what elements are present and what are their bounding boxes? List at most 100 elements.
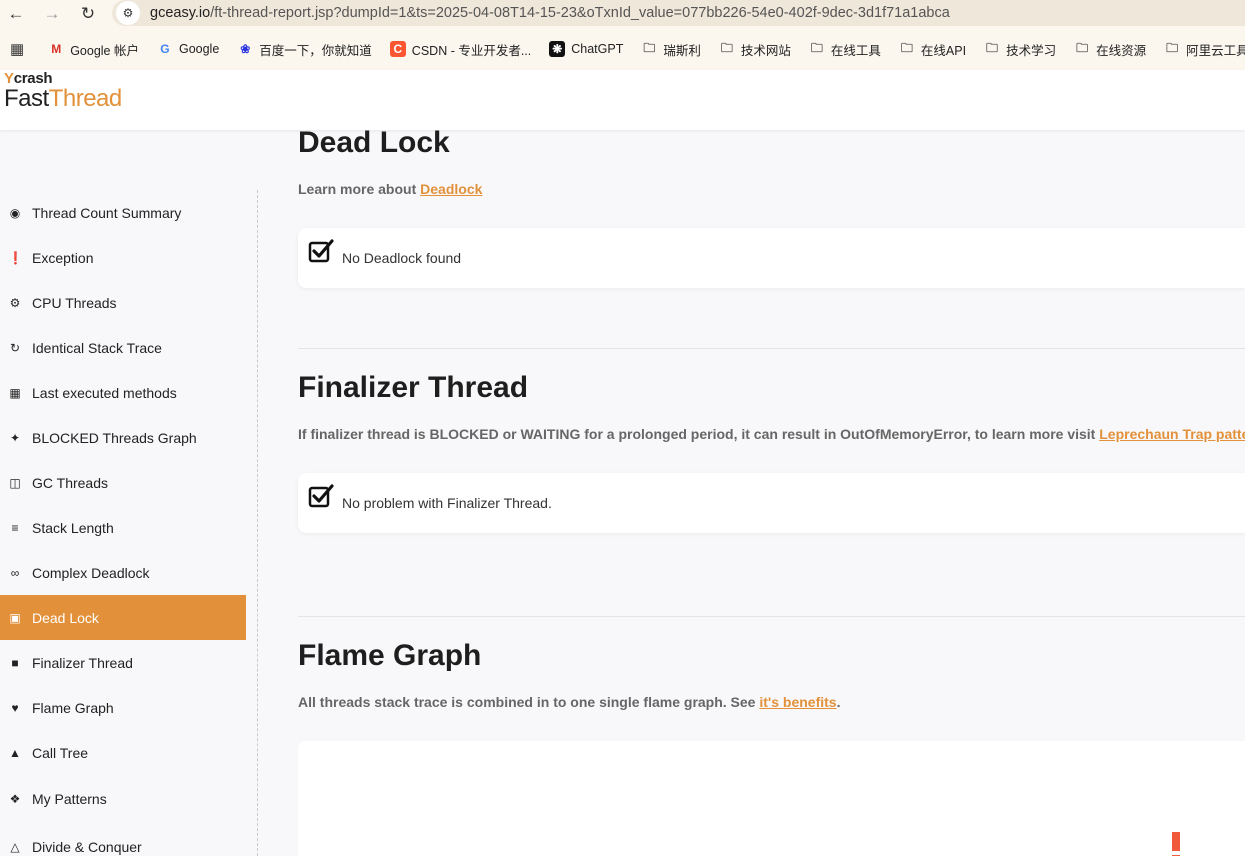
finalizer-description: If finalizer thread is BLOCKED or WAITIN…	[298, 426, 1245, 442]
back-icon[interactable]: ←	[4, 2, 28, 26]
fastthread-logo[interactable]: Ycrash FastThread	[4, 70, 122, 113]
sidebar-item-label: Exception	[32, 249, 94, 266]
lock-icon: ▣	[9, 610, 21, 625]
folder-icon: 🗀	[1076, 40, 1089, 55]
bookmark-label: CSDN - 专业开发者...	[411, 43, 532, 58]
csdn-icon: C	[389, 41, 406, 57]
bookmark-label: 技术网站	[740, 43, 791, 58]
browser-chrome: ← → ↻ ⚙ gceasy.io/ft-thread-report.jsp?d…	[0, 0, 1245, 70]
finalizer-result-card: No problem with Finalizer Thread.	[298, 473, 1245, 533]
bookmark-folder-3[interactable]: 🗀 在线工具	[809, 40, 881, 59]
url-text[interactable]: gceasy.io/ft-thread-report.jsp?dumpId=1&…	[150, 5, 950, 21]
flame-graph-canvas[interactable]	[298, 741, 1245, 856]
sidebar-item-call-tree[interactable]: ▲ Call Tree	[0, 730, 246, 775]
exclamation-icon: ❗	[8, 250, 23, 265]
flame-desc-suffix: .	[836, 694, 841, 710]
sidebar-item-last-executed-methods[interactable]: ▦ Last executed methods	[0, 370, 246, 415]
bookmark-folder-7[interactable]: 🗀 阿里云工具	[1164, 40, 1245, 59]
bookmark-label: Google 帐户	[70, 43, 139, 58]
bookmark-folder-4[interactable]: 🗀 在线API	[899, 40, 966, 59]
bookmark-folder-1[interactable]: 🗀 瑞斯利	[641, 40, 701, 59]
bookmark-google-account[interactable]: M Google 帐户	[48, 40, 139, 59]
bookmark-folder-2[interactable]: 🗀 技术网站	[719, 40, 791, 59]
sidebar-item-label: Complex Deadlock	[32, 564, 150, 581]
finalizer-result-text: No problem with Finalizer Thread.	[342, 495, 552, 511]
bookmark-label: 百度一下，你就知道	[259, 43, 372, 58]
sidebar-item-label: Identical Stack Trace	[32, 339, 162, 356]
sidebar-item-gc-threads[interactable]: ◫ GC Threads	[0, 460, 246, 505]
report-main: Dead Lock Learn more about Deadlock No D…	[298, 126, 1245, 856]
sidebar-item-label: Dead Lock	[32, 609, 99, 626]
sidebar-item-blocked-threads-graph[interactable]: ✦ BLOCKED Threads Graph	[0, 415, 246, 460]
apps-grid-icon[interactable]: ▦	[10, 40, 24, 58]
google-icon: G	[160, 42, 170, 56]
bookmark-label: 瑞斯利	[663, 43, 701, 58]
dashboard-icon: ◉	[9, 205, 21, 220]
sidebar-item-label: GC Threads	[32, 474, 108, 491]
chatgpt-icon: ❋	[549, 41, 566, 57]
bookmarks-bar: ▦ M Google 帐户 G Google ❀ 百度一下，你就知道 C CSDN - …	[0, 36, 1245, 62]
sidebar-item-label: BLOCKED Threads Graph	[32, 429, 197, 446]
url-path: /ft-thread-report.jsp?dumpId=1&ts=2025-0…	[210, 5, 950, 21]
gmail-icon: M	[51, 42, 62, 56]
fire-icon: ♥	[11, 700, 19, 715]
deadlock-result-card: No Deadlock found	[298, 228, 1245, 288]
check-square-icon	[308, 239, 334, 263]
bookmark-google[interactable]: G Google	[157, 41, 219, 57]
bookmark-label: ChatGPT	[571, 42, 624, 56]
logo-fast: Fast	[4, 85, 49, 112]
benefits-link[interactable]: it's benefits	[759, 694, 836, 710]
sidebar-item-cpu-threads[interactable]: ⚙ CPU Threads	[0, 280, 246, 325]
finalizer-desc-text: If finalizer thread is BLOCKED or WAITIN…	[298, 426, 1100, 442]
sidebar-item-label: Stack Length	[32, 519, 114, 536]
sidebar-item-label: CPU Threads	[32, 294, 117, 311]
sidebar-item-complex-deadlock[interactable]: ∞ Complex Deadlock	[0, 550, 246, 595]
sidebar-item-divide-conquer[interactable]: △ Divide & Conquer	[0, 824, 246, 856]
deadlock-link[interactable]: Deadlock	[420, 181, 482, 197]
finalizer-title: Finalizer Thread	[298, 371, 529, 404]
bookmark-folder-6[interactable]: 🗀 在线资源	[1074, 40, 1146, 59]
sidebar-item-finalizer-thread[interactable]: ■ Finalizer Thread	[0, 640, 246, 685]
sidebar-item-identical-stack-trace[interactable]: ↻ Identical Stack Trace	[0, 325, 246, 370]
cubes-icon: ▦	[9, 385, 21, 400]
baidu-icon: ❀	[240, 42, 251, 56]
sidebar-item-label: Thread Count Summary	[32, 204, 182, 221]
sidebar-item-thread-count-summary[interactable]: ◉ Thread Count Summary	[0, 190, 246, 235]
site-info-icon[interactable]: ⚙	[116, 1, 140, 25]
leprechaun-trap-link[interactable]: Leprechaun Trap patte	[1099, 426, 1245, 442]
bookmark-chatgpt[interactable]: ❋ ChatGPT	[549, 41, 623, 57]
forward-icon[interactable]: →	[40, 2, 64, 26]
cogs-icon: ⚙	[9, 295, 21, 310]
sidebar-item-exception[interactable]: ❗ Exception	[0, 235, 246, 280]
folder-icon: 🗀	[720, 40, 733, 55]
reload-icon[interactable]: ↻	[76, 2, 100, 26]
bookmark-label: 阿里云工具	[1186, 43, 1245, 58]
deadlock-desc-text: Learn more about	[298, 181, 421, 197]
address-bar[interactable]: ⚙ gceasy.io/ft-thread-report.jsp?dumpId=…	[112, 0, 1245, 26]
square-icon: ■	[11, 655, 19, 670]
redo-icon: ↻	[9, 340, 21, 355]
sidebar-item-label: Last executed methods	[32, 384, 177, 401]
bookmark-label: 技术学习	[1006, 43, 1057, 58]
stack-icon: ≡	[11, 520, 19, 535]
logo-thread: Thread	[48, 85, 123, 112]
sidebar-item-my-patterns[interactable]: ❖ My Patterns	[0, 776, 246, 821]
section-divider	[298, 348, 1245, 349]
folder-icon: 🗀	[900, 40, 913, 55]
sidebar-item-label: Call Tree	[32, 744, 89, 761]
sitemap-icon: △	[10, 839, 20, 854]
bookmark-label: Google	[178, 42, 220, 56]
logo-fastthread-text: FastThread	[4, 85, 122, 113]
report-sidebar: ◉ Thread Count Summary ❗ Exception ⚙ CPU Th…	[0, 190, 258, 856]
bookmark-csdn[interactable]: C CSDN - 专业开发者...	[389, 40, 532, 59]
folder-icon: 🗀	[643, 40, 656, 55]
flame-graph-title: Flame Graph	[298, 639, 482, 672]
sidebar-item-flame-graph[interactable]: ♥ Flame Graph	[0, 685, 246, 730]
sidebar-item-dead-lock[interactable]: ▣ Dead Lock	[0, 595, 246, 640]
sidebar-item-stack-length[interactable]: ≡ Stack Length	[0, 505, 246, 550]
address-row: ← → ↻ ⚙ gceasy.io/ft-thread-report.jsp?d…	[0, 0, 1245, 28]
url-host: gceasy.io	[150, 5, 211, 21]
sidebar-item-label: My Patterns	[32, 790, 107, 807]
bookmark-folder-5[interactable]: 🗀 技术学习	[984, 40, 1056, 59]
bookmark-baidu[interactable]: ❀ 百度一下，你就知道	[237, 40, 372, 59]
